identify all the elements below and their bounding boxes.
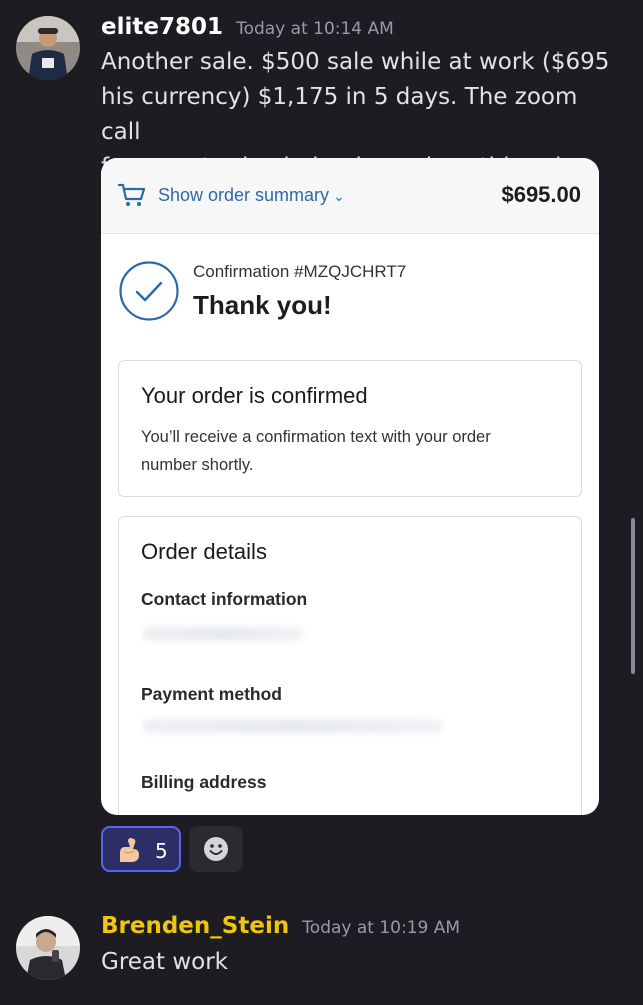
reaction-count: 5 [155, 839, 168, 863]
message-line: Another sale. $500 sale while at work ($… [101, 49, 610, 75]
confirmation-number: Confirmation #MZQJCHRT7 [193, 262, 407, 281]
avatar[interactable] [16, 916, 80, 980]
message-text: Great work [101, 945, 621, 980]
message-line: Great work [101, 949, 229, 975]
confirmed-text-line: number shortly. [141, 456, 254, 474]
order-confirmed-box: Your order is confirmed You’ll receive a… [118, 360, 582, 497]
username[interactable]: Brenden_Stein [101, 913, 289, 939]
flexed-biceps-icon [120, 838, 139, 862]
message-header: elite7801 Today at 10:14 AM [101, 14, 394, 40]
order-confirmed-title: Your order is confirmed [141, 383, 368, 408]
order-screenshot-attachment[interactable]: Show order summary ⌄ $695.00 Confirmation… [101, 158, 599, 815]
username[interactable]: elite7801 [101, 14, 223, 40]
summary-link-label: Show order summary [158, 185, 330, 205]
show-order-summary-link[interactable]: Show order summary ⌄ [158, 185, 345, 206]
billing-address-label: Billing address [141, 772, 267, 792]
order-details-title: Order details [141, 539, 267, 564]
chevron-down-icon: ⌄ [333, 188, 345, 204]
payment-method-label: Payment method [141, 684, 282, 704]
order-summary-bar: Show order summary ⌄ $695.00 [101, 158, 599, 234]
confirmed-text-line: You’ll receive a confirmation text with … [141, 428, 491, 446]
message-header: Brenden_Stein Today at 10:19 AM [101, 913, 460, 939]
order-confirmed-text: You’ll receive a confirmation text with … [141, 423, 571, 479]
checkmark-icon [119, 261, 179, 321]
add-reaction-icon [204, 837, 228, 861]
blurred-payment-value [143, 719, 443, 733]
cart-icon [118, 183, 146, 206]
add-reaction-button[interactable] [189, 826, 243, 872]
contact-information-label: Contact information [141, 589, 308, 609]
reaction-flexed-biceps[interactable]: 5 [101, 826, 181, 872]
order-details-box: Order details Contact information Paymen… [118, 516, 582, 815]
scrollbar-thumb[interactable] [631, 518, 635, 674]
timestamp: Today at 10:19 AM [302, 918, 461, 938]
thank-you-heading: Thank you! [193, 290, 332, 320]
avatar[interactable] [16, 16, 80, 80]
blurred-contact-value [143, 627, 303, 641]
order-total: $695.00 [501, 182, 581, 207]
timestamp: Today at 10:14 AM [236, 19, 394, 39]
message-line: his currency) $1,175 in 5 days. The zoom… [101, 84, 578, 145]
